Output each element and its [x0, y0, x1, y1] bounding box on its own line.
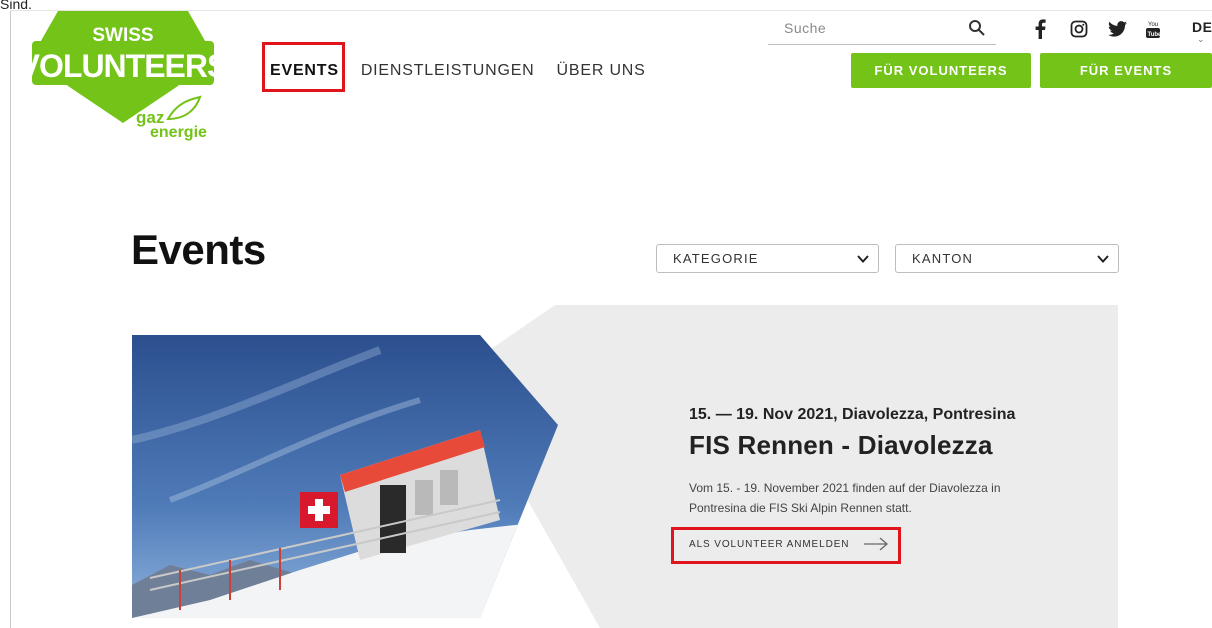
- language-selector[interactable]: DE: [1192, 19, 1212, 35]
- logo-line2: VOLUNTEERS: [28, 48, 218, 84]
- highlight-box-cta: [671, 527, 901, 564]
- logo-sponsor2: energie: [150, 124, 207, 141]
- page-title: Events: [131, 226, 266, 273]
- search-input[interactable]: [768, 17, 958, 39]
- canton-select[interactable]: KANTON: [895, 244, 1119, 273]
- swiss-volunteers-logo[interactable]: SWISS VOLUNTEERS gaz energie: [28, 11, 218, 151]
- search-bar: [768, 17, 996, 45]
- event-title[interactable]: FIS Rennen - Diavolezza: [689, 430, 993, 461]
- category-select[interactable]: KATEGORIE: [656, 244, 879, 273]
- canton-select-label: KANTON: [912, 251, 974, 266]
- svg-text:You: You: [1148, 22, 1158, 28]
- event-description: Vom 15. - 19. November 2021 finden auf d…: [689, 481, 1001, 515]
- facebook-icon[interactable]: [1029, 17, 1051, 41]
- for-volunteers-button[interactable]: FÜR VOLUNTEERS: [851, 53, 1031, 88]
- highlight-box-events: [262, 42, 345, 92]
- nav-item-dienstleistungen[interactable]: DIENSTLEISTUNGEN: [361, 62, 535, 80]
- instagram-icon[interactable]: [1068, 17, 1090, 41]
- chevron-down-icon: [1097, 255, 1109, 263]
- logo-line1: SWISS: [92, 25, 153, 46]
- chevron-down-icon: [857, 255, 869, 263]
- nav-item-ueber-uns[interactable]: ÜBER UNS: [557, 62, 646, 80]
- search-icon[interactable]: [968, 19, 986, 37]
- twitter-icon[interactable]: [1106, 17, 1128, 41]
- for-events-button[interactable]: FÜR EVENTS: [1040, 53, 1212, 88]
- category-select-label: KATEGORIE: [673, 251, 759, 266]
- chevron-down-icon[interactable]: ⌄: [1197, 34, 1205, 45]
- event-date-location: 15. — 19. Nov 2021, Diavolezza, Pontresi…: [689, 406, 1016, 423]
- youtube-icon[interactable]: You Tube: [1142, 17, 1164, 41]
- svg-text:Tube: Tube: [1148, 32, 1162, 38]
